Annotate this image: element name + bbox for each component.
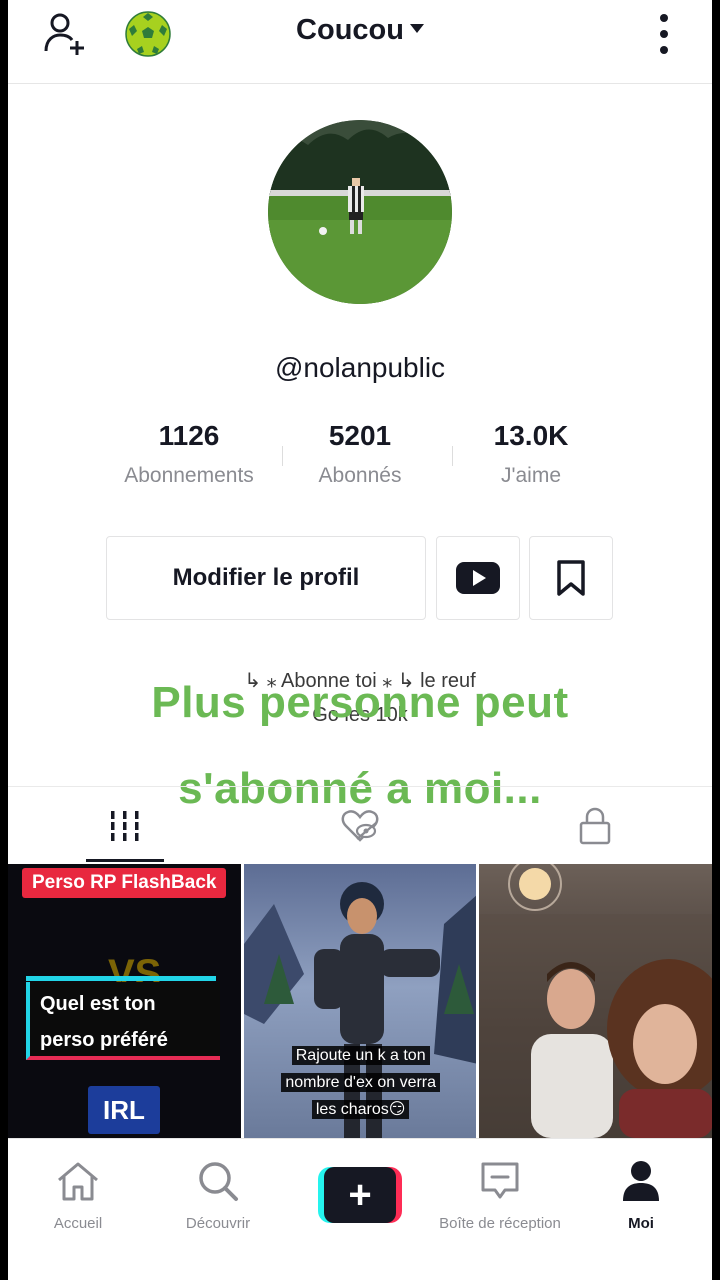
stat-following[interactable]: 1126 Abonnements [104,420,274,488]
stat-likes[interactable]: 13.0K J'aime [446,420,616,488]
username: @nolanpublic [274,352,446,383]
inbox-icon [420,1157,580,1205]
bookmark-icon [557,560,585,596]
overlay-line-1: Plus personne peut [151,678,569,727]
nav-inbox[interactable]: Boîte de réception [420,1157,580,1232]
nav-discover[interactable]: Découvrir [138,1157,298,1232]
tab-liked[interactable] [243,787,477,865]
stats-row: 1126 Abonnements 5201 Abonnés 13.0K J'ai… [104,420,616,500]
profile-screen: Coucou @nolanpublic 1126 Abonnements 520… [8,0,712,1280]
lock-icon [579,807,611,845]
card-accent [26,976,216,981]
home-icon [8,1157,158,1205]
caret-down-icon [409,23,424,33]
nav-discover-label: Découvrir [185,1215,251,1232]
likes-count: 13.0K [493,420,569,451]
profile-icon [561,1157,712,1205]
youtube-button[interactable] [436,536,520,620]
following-count: 1126 [158,420,220,451]
liked-hidden-icon [341,810,379,842]
youtube-icon [456,562,500,594]
video-grid: Perso RP FlashBack VS Quel est ton perso… [8,864,712,1138]
account-switcher[interactable]: Coucou [8,14,712,47]
nav-me[interactable]: Moi [561,1157,712,1232]
active-tab-indicator [86,859,164,862]
video-caption-line-3: les charos😏 [311,1100,410,1119]
video-thumbnail[interactable] [479,864,712,1138]
content-tabs [8,786,712,864]
video-people-image [479,864,712,1138]
following-label: Abonnements [124,464,254,487]
followers-count: 5201 [328,420,392,451]
stat-followers[interactable]: 5201 Abonnés [275,420,445,488]
tab-private[interactable] [478,787,712,865]
video-thumbnail[interactable]: Rajoute un k a ton nombre d'ex on verra … [243,864,477,1138]
video-thumbnail[interactable]: Perso RP FlashBack VS Quel est ton perso… [8,864,241,1138]
create-button[interactable]: + [318,1167,402,1223]
video-card-line-2: perso préféré [40,1029,168,1051]
profile-avatar[interactable] [268,120,452,304]
video-caption-line-1: Rajoute un k a ton [291,1046,430,1065]
videos-grid-icon [111,811,139,841]
edit-profile-button[interactable]: Modifier le profil [106,536,426,620]
account-title: Coucou [296,14,404,46]
video-tag: Perso RP FlashBack [22,868,227,898]
video-badge: IRL [88,1086,160,1134]
plus-icon: + [324,1167,396,1223]
search-icon [138,1157,298,1205]
video-card-line-1: Quel est ton [40,993,156,1015]
followers-label: Abonnés [318,464,402,487]
video-card: Quel est ton perso préféré [26,982,220,1060]
nav-home[interactable]: Accueil [8,1157,158,1232]
nav-inbox-label: Boîte de réception [439,1215,561,1232]
favorites-button[interactable] [529,536,613,620]
bottom-nav: Accueil Découvrir + Boîte de réception M… [8,1138,712,1280]
top-bar: Coucou [8,0,712,84]
nav-home-label: Accueil [53,1215,103,1232]
video-caption-line-2: nombre d'ex on verra [281,1073,441,1092]
tab-videos[interactable] [8,787,242,865]
likes-label: J'aime [500,464,562,487]
video-caption: Rajoute un k a ton nombre d'ex on verra … [262,1042,460,1123]
more-vertical-icon[interactable] [640,10,688,58]
nav-me-label: Moi [628,1215,654,1232]
